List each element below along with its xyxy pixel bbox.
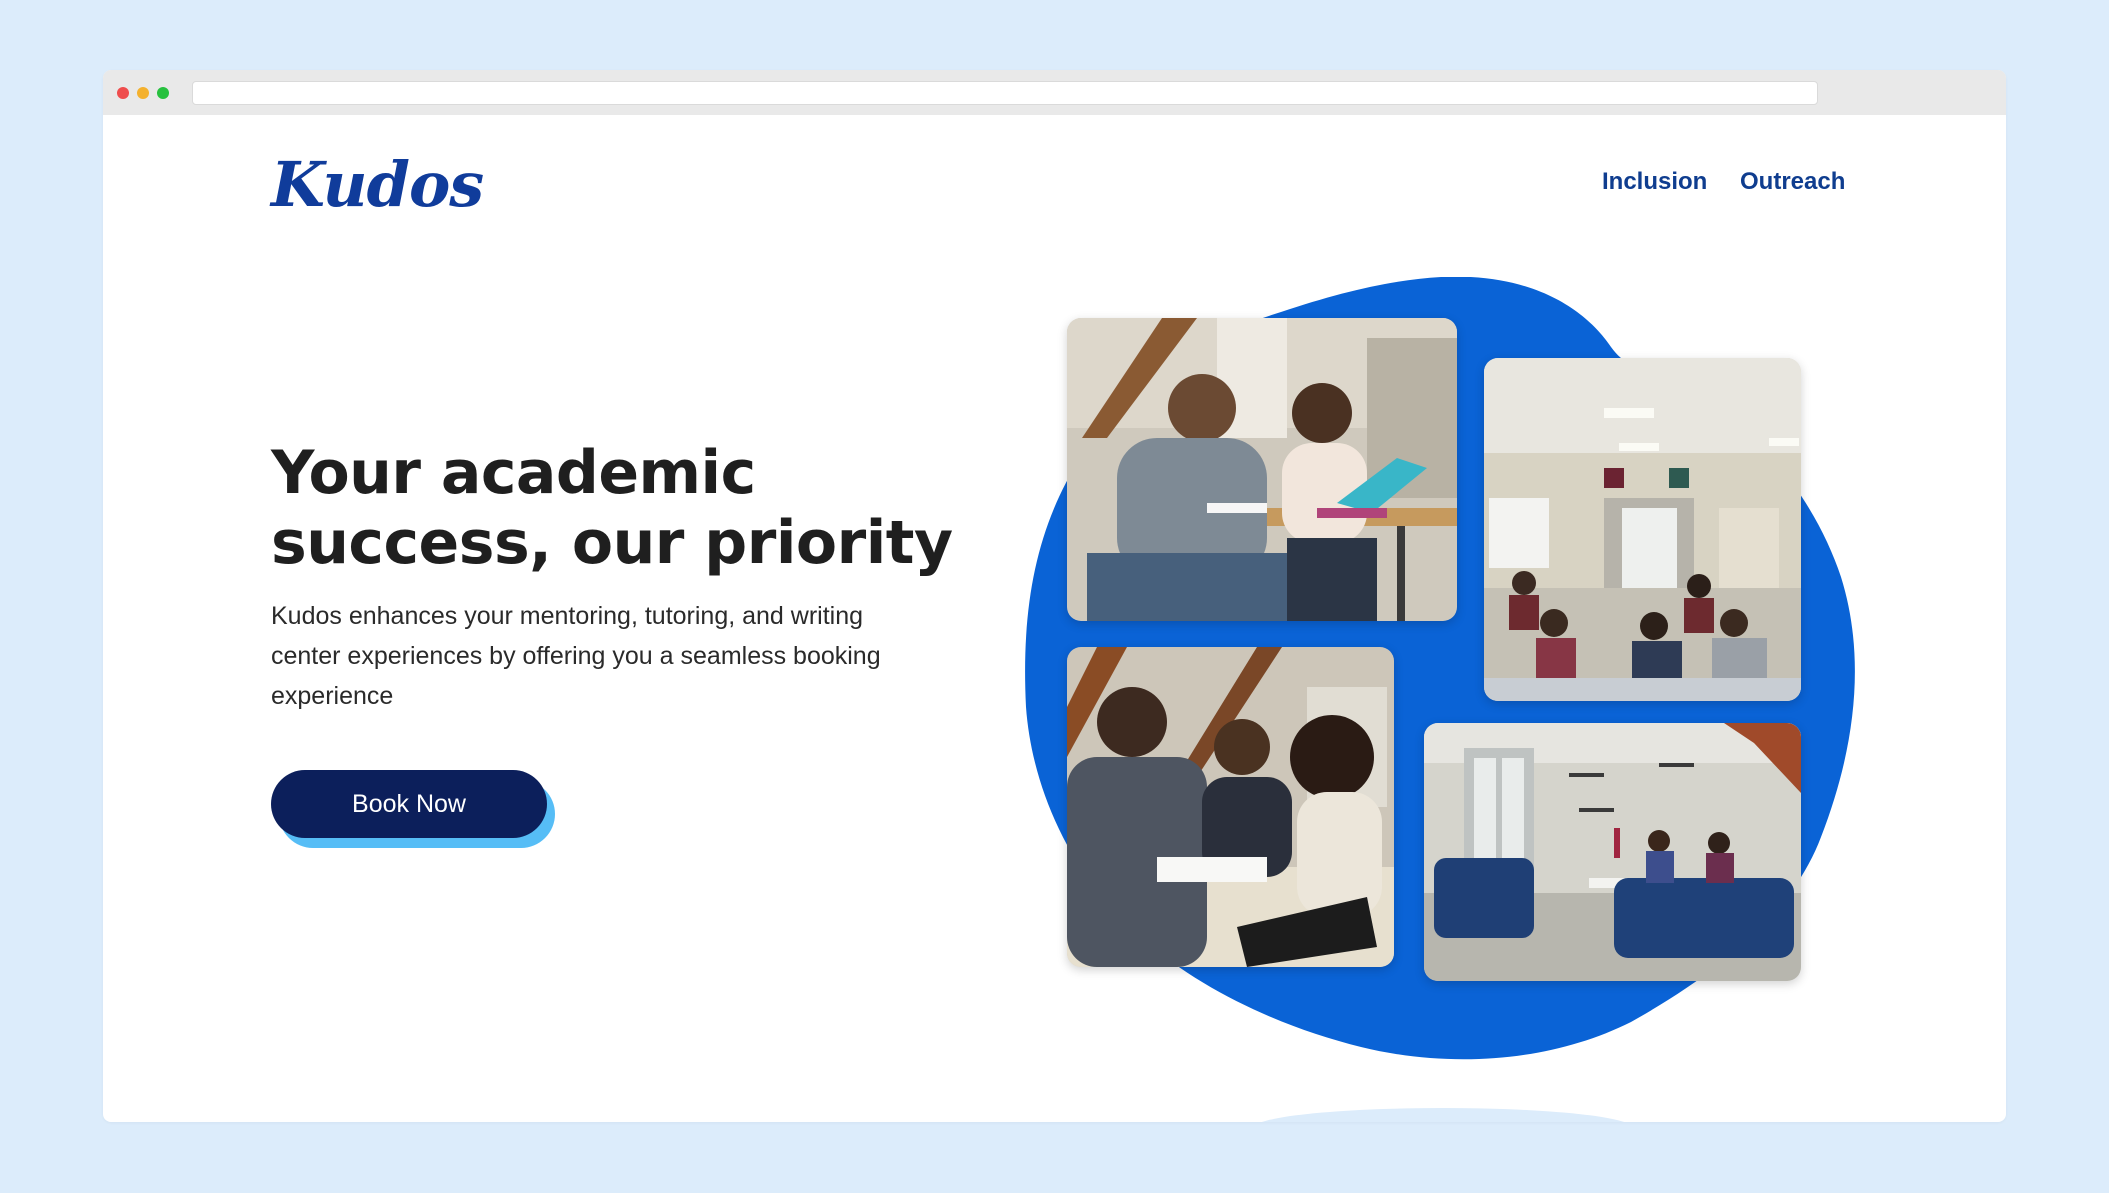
photo-lounge [1424,723,1801,981]
hero-title-line-2: success, our priority [271,508,953,578]
hero-title: Your academic success, our priority [271,438,971,578]
minimize-window-icon[interactable] [137,87,149,99]
browser-window: Kudos Inclusion Outreach Your academic s… [103,70,2006,1122]
nav-link-outreach[interactable]: Outreach [1740,168,1845,196]
hero-description: Kudos enhances your mentoring, tutoring,… [271,602,881,710]
photo-group-laptop [1067,647,1394,967]
logo[interactable]: Kudos [271,148,484,221]
cta-wrapper: Book Now [271,770,561,850]
close-window-icon[interactable] [117,87,129,99]
photo-tutoring-pair [1067,318,1457,621]
bottom-wave [1253,1108,1633,1122]
book-now-button[interactable]: Book Now [271,770,547,838]
photo-study-room [1484,358,1801,701]
maximize-window-icon[interactable] [157,87,169,99]
hero-title-line-1: Your academic [271,438,756,508]
nav-link-inclusion[interactable]: Inclusion [1602,168,1707,196]
address-bar[interactable] [192,81,1818,105]
browser-chrome [103,70,2006,115]
